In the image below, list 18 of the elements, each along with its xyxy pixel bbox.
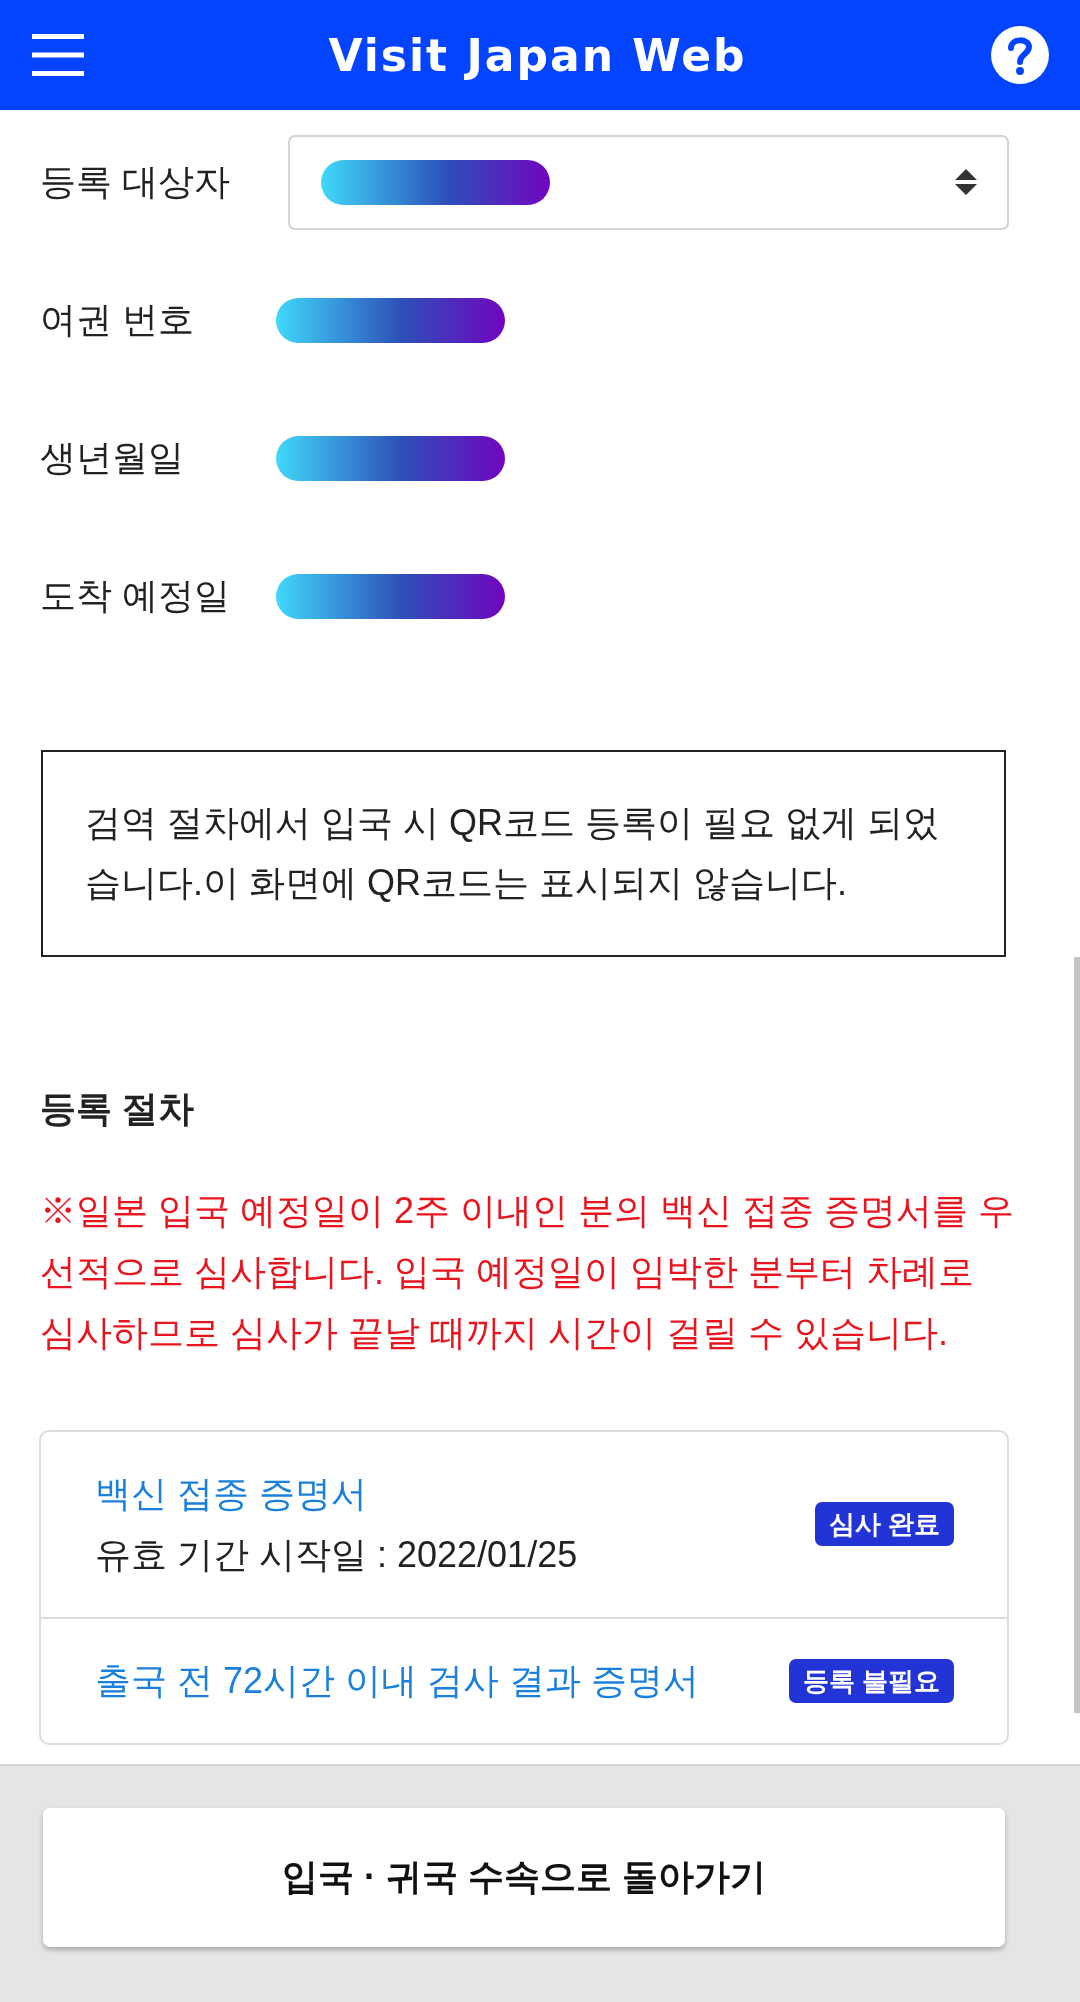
field-label: 도착 예정일	[40, 574, 231, 618]
status-badge: 심사 완료	[814, 1502, 954, 1546]
back-button[interactable]: 입국 · 귀국 수속으로 돌아가기	[43, 1808, 1005, 1947]
field-label: 생년월일	[40, 436, 185, 480]
document-link[interactable]: 출국 전 72시간 이내 검사 결과 증명서	[95, 1650, 700, 1711]
notice-text: 검역 절차에서 입국 시 QR코드 등록이 필요 없게 되었습니다.이 화면에 QR코드는 표시되지 않습니다.	[85, 802, 939, 903]
app-title: Visit Japan Web	[328, 29, 747, 81]
field-label: 여권 번호	[40, 298, 195, 342]
sort-arrows-icon	[955, 169, 977, 195]
help-icon[interactable]	[991, 26, 1049, 84]
person-select[interactable]	[288, 134, 1009, 230]
document-link[interactable]: 백신 접종 증명서	[95, 1463, 578, 1524]
validity-date: 유효 기간 시작일 : 2022/01/25	[95, 1533, 578, 1577]
menu-icon[interactable]	[32, 34, 84, 76]
field-label: 등록 대상자	[40, 160, 231, 204]
status-badge: 등록 불필요	[788, 1658, 954, 1703]
section-title: 등록 절차	[40, 1087, 195, 1131]
warning-text: ※일본 입국 예정일이 2주 이내인 분의 백신 접종 증명서를 우선적으로 심사합니다. 입국 예정일이 임박한 분부터 차례로 심사하므로 심사가 끝날 때까지 시간이 걸릴 수 있습니다.	[40, 1189, 1016, 1355]
